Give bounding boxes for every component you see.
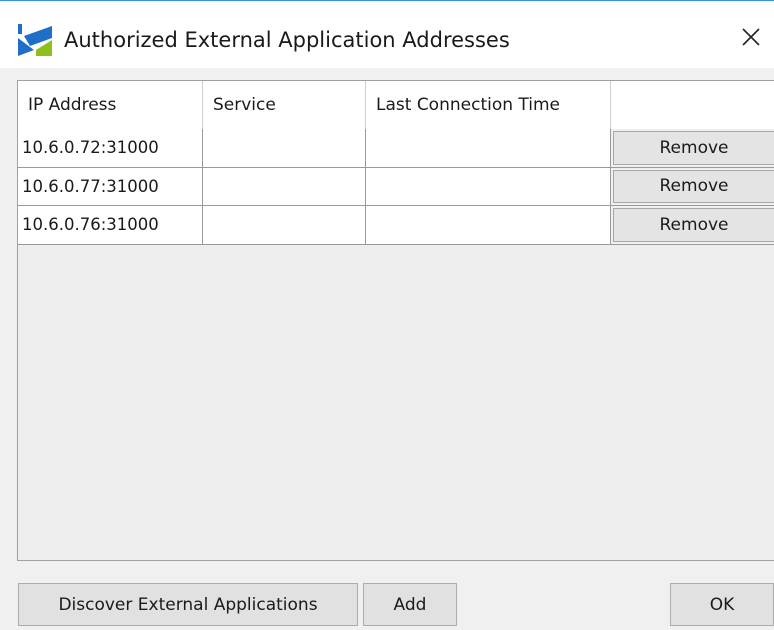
column-header-actions[interactable] [611,81,774,129]
column-header-service[interactable]: Service [203,81,366,129]
table-row[interactable]: 10.6.0.72:31000 Remove [18,129,774,168]
dialog-window: Authorized External Application Addresse… [0,0,774,630]
ip-address-cell[interactable]: 10.6.0.77:31000 [18,167,203,206]
ip-address-cell[interactable]: 10.6.0.76:31000 [18,206,203,245]
ok-button[interactable]: OK [670,583,774,626]
action-cell: Remove [611,206,774,245]
service-cell[interactable] [203,129,366,168]
dialog-title: Authorized External Application Addresse… [64,28,510,52]
brand-logo-icon [18,24,54,58]
table-grid: IP Address Service Last Connection Time … [18,81,774,245]
last-connection-time-cell[interactable] [366,167,611,206]
add-button[interactable]: Add [363,583,457,626]
last-connection-time-cell[interactable] [366,206,611,245]
close-button[interactable] [728,16,774,62]
remove-button[interactable]: Remove [613,169,774,203]
last-connection-time-cell[interactable] [366,129,611,168]
remove-button[interactable]: Remove [613,131,774,165]
column-header-last-connection-time[interactable]: Last Connection Time [366,81,611,129]
close-icon [741,27,761,51]
table-header: IP Address Service Last Connection Time [18,81,774,129]
discover-external-applications-button[interactable]: Discover External Applications [18,583,358,626]
table-row[interactable]: 10.6.0.77:31000 Remove [18,167,774,206]
table-row[interactable]: 10.6.0.76:31000 Remove [18,206,774,245]
service-cell[interactable] [203,167,366,206]
ip-address-cell[interactable]: 10.6.0.72:31000 [18,129,203,168]
addresses-table: IP Address Service Last Connection Time … [17,80,774,561]
service-cell[interactable] [203,206,366,245]
column-header-ip-address[interactable]: IP Address [18,81,203,129]
action-cell: Remove [611,129,774,168]
action-cell: Remove [611,167,774,206]
remove-button[interactable]: Remove [613,208,774,242]
title-bar[interactable]: Authorized External Application Addresse… [0,2,774,68]
